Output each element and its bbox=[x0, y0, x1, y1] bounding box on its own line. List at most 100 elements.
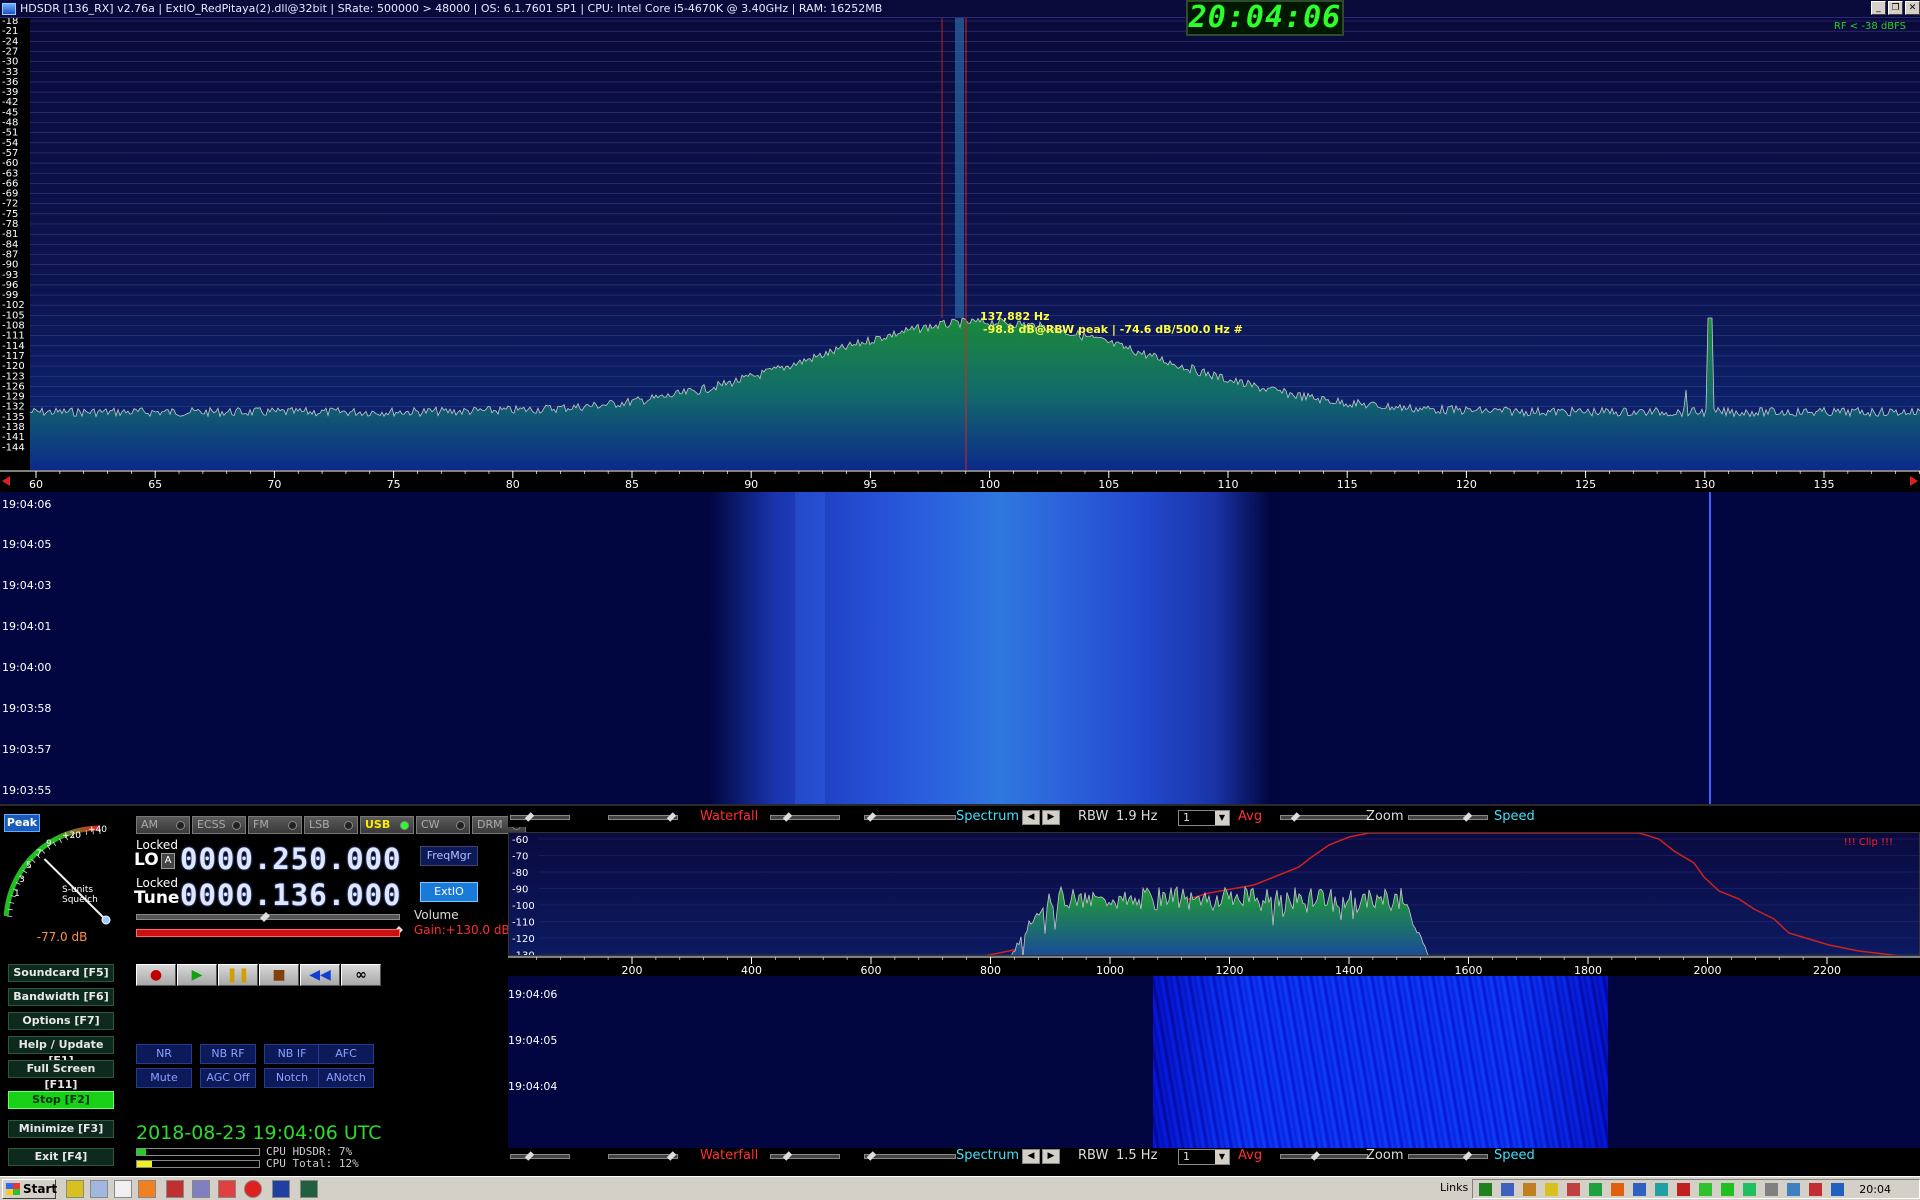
tray-icon-6[interactable] bbox=[1589, 1183, 1602, 1196]
quicklaunch-icon-1[interactable] bbox=[66, 1180, 84, 1198]
bottom-slider-1[interactable] bbox=[510, 1154, 570, 1159]
bottom-slider-2-knob[interactable] bbox=[666, 1151, 677, 1161]
mode-button-fm[interactable]: FM bbox=[248, 816, 302, 834]
stop-playback-button[interactable]: ■ bbox=[259, 964, 299, 986]
top-zoom-knob[interactable] bbox=[1290, 812, 1301, 822]
audio-waterfall[interactable]: 19:04:06 19:04:05 19:04:04 bbox=[508, 976, 1920, 1152]
minimize-window-button[interactable]: _ bbox=[1871, 1, 1886, 15]
top-speed-knob[interactable] bbox=[1462, 812, 1473, 822]
bottom-zoom-knob[interactable] bbox=[1310, 1151, 1321, 1161]
tray-icon-7[interactable] bbox=[1611, 1183, 1624, 1196]
bottom-slider-4-knob[interactable] bbox=[866, 1151, 877, 1161]
freqmgr-button[interactable]: FreqMgr bbox=[420, 846, 478, 866]
quicklaunch-icon-4[interactable] bbox=[138, 1180, 156, 1198]
tray-icon-9[interactable] bbox=[1655, 1183, 1668, 1196]
bottom-slider-3[interactable] bbox=[770, 1154, 840, 1159]
bottom-slider-4[interactable] bbox=[864, 1154, 956, 1159]
peak-button[interactable]: Peak bbox=[4, 814, 40, 832]
bottom-speed-slider[interactable] bbox=[1408, 1154, 1488, 1159]
taskbar-app-hdsdr[interactable] bbox=[272, 1180, 290, 1198]
top-slider-3-knob[interactable] bbox=[782, 812, 793, 822]
audio-spectrum[interactable]: -60-70-80-90-100-110-120-130-140 !!! Cli… bbox=[508, 832, 1920, 956]
exit-button[interactable]: Exit [F4] bbox=[8, 1148, 114, 1166]
play-button[interactable]: ▶ bbox=[177, 964, 217, 986]
mode-button-ecss[interactable]: ECSS bbox=[192, 816, 246, 834]
top-speed-slider[interactable] bbox=[1408, 815, 1488, 820]
bottom-slider-1-knob[interactable] bbox=[524, 1151, 535, 1161]
record-button[interactable]: ● bbox=[136, 964, 176, 986]
quicklaunch-icon-3[interactable] bbox=[114, 1180, 132, 1198]
tray-icon-15[interactable] bbox=[1787, 1183, 1800, 1196]
top-arrow-right-icon[interactable]: ▶ bbox=[1042, 810, 1060, 825]
quicklaunch-icon-8[interactable] bbox=[244, 1180, 262, 1198]
top-slider-1[interactable] bbox=[510, 815, 570, 820]
rf-spectrum[interactable]: -18 -21 -24 -27 -30 -33 -36 -39 -42 -45 -48 -51 -54-… bbox=[0, 18, 1920, 470]
top-arrow-left-icon[interactable]: ◀ bbox=[1022, 810, 1040, 825]
dsp-button-afc[interactable]: AFC bbox=[318, 1044, 374, 1064]
bandwidth-button[interactable]: Bandwidth [F6] bbox=[8, 988, 114, 1006]
gain-bar[interactable] bbox=[136, 929, 400, 937]
tray-icon-1[interactable] bbox=[1479, 1183, 1492, 1196]
maximize-window-button[interactable]: ❐ bbox=[1888, 1, 1903, 15]
soundcard-button[interactable]: Soundcard [F5] bbox=[8, 964, 114, 982]
volume-slider[interactable] bbox=[136, 912, 400, 922]
frequency-scale[interactable]: 60 65 70 75 80 85 90 95 100 105 110 115 120 125 130 135… bbox=[0, 470, 1920, 492]
bottom-arrow-left-icon[interactable]: ◀ bbox=[1022, 1149, 1040, 1164]
tray-icon-17[interactable] bbox=[1831, 1183, 1844, 1196]
quicklaunch-icon-2[interactable] bbox=[90, 1180, 108, 1198]
dsp-button-anotch[interactable]: ANotch bbox=[318, 1068, 374, 1088]
links-toolbar[interactable]: Links bbox=[1440, 1181, 1468, 1194]
minimize-button[interactable]: Minimize [F3] bbox=[8, 1120, 114, 1138]
start-button[interactable]: Start bbox=[2, 1179, 57, 1199]
tray-clock[interactable]: 20:04 bbox=[1859, 1183, 1891, 1196]
tray-icon-2[interactable] bbox=[1501, 1183, 1514, 1196]
tray-icon-13[interactable] bbox=[1743, 1183, 1756, 1196]
top-slider-4[interactable] bbox=[864, 815, 956, 820]
top-slider-3[interactable] bbox=[770, 815, 840, 820]
extio-button[interactable]: ExtIO bbox=[420, 882, 478, 902]
help-update-button[interactable]: Help / Update [F1] bbox=[8, 1036, 114, 1067]
dsp-button-nb-rf[interactable]: NB RF bbox=[200, 1044, 256, 1064]
mode-button-usb[interactable]: USB bbox=[360, 816, 414, 834]
options-button[interactable]: Options [F7] bbox=[8, 1012, 114, 1030]
rf-waterfall[interactable]: 19:04:06 19:04:05 19:04:03 19:04:01 19:04:00… bbox=[0, 492, 1920, 804]
dsp-button-notch[interactable]: Notch bbox=[264, 1068, 320, 1088]
dsp-button-mute[interactable]: Mute bbox=[136, 1068, 192, 1088]
audio-frequency-scale[interactable]: 200 400 600 800 1000 1200 1400 1600 1800 2000 2200 bbox=[508, 956, 1920, 976]
volume-slider-knob[interactable] bbox=[260, 912, 270, 922]
mode-button-lsb[interactable]: LSB bbox=[304, 816, 358, 834]
quicklaunch-icon-6[interactable] bbox=[192, 1180, 210, 1198]
top-avg-dropdown-icon[interactable]: ▼ bbox=[1215, 811, 1229, 825]
bottom-arrow-right-icon[interactable]: ▶ bbox=[1042, 1149, 1060, 1164]
lo-a-badge[interactable]: A bbox=[161, 853, 175, 869]
squelch-knob[interactable] bbox=[101, 915, 111, 925]
dsp-button-nb-if[interactable]: NB IF bbox=[264, 1044, 320, 1064]
dsp-button-nr[interactable]: NR bbox=[136, 1044, 192, 1064]
tray-icon-10[interactable] bbox=[1677, 1183, 1690, 1196]
mode-button-cw[interactable]: CW bbox=[416, 816, 470, 834]
rewind-button[interactable]: ◀◀ bbox=[300, 964, 340, 986]
tray-icon-12[interactable] bbox=[1721, 1183, 1734, 1196]
tray-icon-16[interactable] bbox=[1809, 1183, 1822, 1196]
top-slider-2-knob[interactable] bbox=[666, 812, 677, 822]
tune-frequency-display[interactable]: 0000.136.000 bbox=[180, 878, 402, 912]
taskbar-app-2[interactable] bbox=[300, 1180, 318, 1198]
tray-icon-8[interactable] bbox=[1633, 1183, 1646, 1196]
bottom-slider-3-knob[interactable] bbox=[782, 1151, 793, 1161]
tray-icon-5[interactable] bbox=[1567, 1183, 1580, 1196]
loop-button[interactable]: ∞ bbox=[341, 964, 381, 986]
mode-button-am[interactable]: AM bbox=[136, 816, 190, 834]
quicklaunch-icon-7[interactable] bbox=[218, 1180, 236, 1198]
tray-icon-14[interactable] bbox=[1765, 1183, 1778, 1196]
tray-icon-11[interactable] bbox=[1699, 1183, 1712, 1196]
close-window-button[interactable]: ✕ bbox=[1905, 1, 1920, 15]
bottom-avg-select[interactable]: 1 ▼ bbox=[1178, 1149, 1230, 1165]
pause-button[interactable]: ❚❚ bbox=[218, 964, 258, 986]
dsp-button-agc-off[interactable]: AGC Off bbox=[200, 1068, 256, 1088]
quicklaunch-icon-5[interactable] bbox=[166, 1180, 184, 1198]
top-avg-select[interactable]: 1 ▼ bbox=[1178, 810, 1230, 826]
tray-icon-3[interactable] bbox=[1523, 1183, 1536, 1196]
top-slider-1-knob[interactable] bbox=[524, 812, 535, 822]
bottom-avg-dropdown-icon[interactable]: ▼ bbox=[1215, 1150, 1229, 1164]
stop-button[interactable]: Stop [F2] bbox=[8, 1091, 114, 1109]
